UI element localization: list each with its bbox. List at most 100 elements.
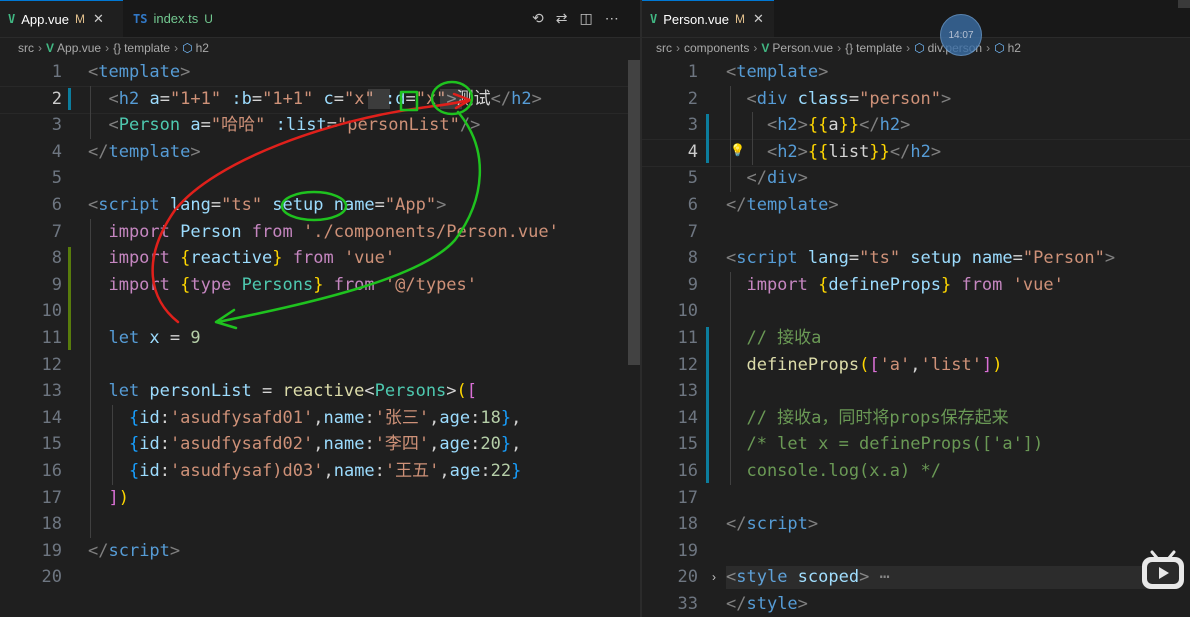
breadcrumb-item[interactable]: template bbox=[124, 41, 170, 55]
tab-index-ts[interactable]: TS index.ts U bbox=[125, 0, 235, 37]
close-icon[interactable]: ✕ bbox=[753, 11, 764, 27]
indent-guide bbox=[752, 112, 753, 166]
code-token: </ bbox=[490, 88, 512, 109]
code-line[interactable]: 9 import {defineProps} from 'vue' bbox=[642, 272, 1190, 299]
code-line[interactable]: 18 </script> bbox=[642, 511, 1190, 538]
code-token: </ bbox=[726, 514, 747, 535]
code-editor[interactable]: 1 <template> 2 <h2 a="1+1" :b="1+1" c="x" … bbox=[0, 59, 640, 617]
chevron-right-icon[interactable]: › bbox=[712, 570, 716, 584]
code-line[interactable]: 1 <template> bbox=[642, 59, 1190, 86]
tab-app-vue[interactable]: V App.vue M ✕ bbox=[0, 0, 123, 37]
code-line[interactable]: 6 </template> bbox=[642, 192, 1190, 219]
code-line[interactable]: 14 // 接收a，同时将props保存起来 bbox=[642, 405, 1190, 432]
code-line[interactable]: 17 bbox=[642, 485, 1190, 512]
code-line[interactable]: 15 /* let x = defineProps(['a']) bbox=[642, 431, 1190, 458]
breadcrumb-item[interactable]: Person.vue bbox=[772, 41, 833, 55]
code-token: name bbox=[323, 195, 375, 215]
code-line[interactable]: 16 {id:'asudfysaf)d03',name:'王五',age:22} bbox=[0, 458, 640, 485]
code-line[interactable]: 11 // 接收a bbox=[642, 325, 1190, 352]
code-line[interactable]: 5 bbox=[0, 165, 640, 192]
code-line[interactable]: 16 console.log(x.a) */ bbox=[642, 458, 1190, 485]
code-line[interactable]: 19 bbox=[642, 538, 1190, 565]
compare-changes-icon[interactable]: ⇄ bbox=[556, 10, 568, 27]
code-token: , bbox=[313, 407, 324, 428]
code-line[interactable]: 9 import {type Persons} from '@/types' bbox=[0, 272, 640, 299]
code-token: from bbox=[951, 274, 1003, 295]
breadcrumb-item[interactable]: h2 bbox=[1008, 41, 1021, 55]
code-token: 'asudfysafd01' bbox=[169, 407, 314, 428]
vertical-scrollbar[interactable] bbox=[1178, 0, 1190, 8]
split-editor-icon[interactable]: ◫ bbox=[579, 10, 592, 27]
vertical-scrollbar[interactable] bbox=[628, 60, 640, 365]
code-line[interactable]: 15 {id:'asudfysafd02',name:'李四',age:20}, bbox=[0, 431, 640, 458]
code-token: { bbox=[807, 274, 829, 295]
bilibili-play-icon[interactable] bbox=[1140, 548, 1186, 592]
timeline-icon[interactable]: ⟲ bbox=[532, 10, 544, 27]
breadcrumb-item[interactable]: src bbox=[656, 41, 672, 55]
code-line[interactable]: 13 let personList = reactive<Persons>([ bbox=[0, 378, 640, 405]
code-token: age bbox=[449, 461, 481, 481]
lightbulb-icon[interactable]: 💡 bbox=[730, 143, 745, 157]
code-line[interactable]: 19 </script> bbox=[0, 538, 640, 565]
code-token: > bbox=[446, 381, 457, 402]
code-line[interactable]: 7 bbox=[642, 219, 1190, 246]
code-line[interactable]: 3 <h2>{{a}}</h2> bbox=[642, 112, 1190, 139]
code-token: : bbox=[159, 434, 170, 455]
breadcrumb-item[interactable]: template bbox=[856, 41, 902, 55]
indent-guide bbox=[90, 218, 91, 538]
code-line[interactable]: 2 <h2 a="1+1" :b="1+1" c="x" :d="x">测试</… bbox=[0, 86, 640, 113]
code-token: , bbox=[323, 461, 334, 481]
code-editor[interactable]: 1 <template> 2 <div class="person"> 3 <h2>{… bbox=[642, 59, 1190, 617]
code-line[interactable]: 4 <h2>{{list}}</h2> bbox=[642, 139, 1190, 166]
code-line[interactable]: 2 <div class="person"> bbox=[642, 86, 1190, 113]
code-line[interactable]: 3 <Person a="哈哈" :list="personList"/> bbox=[0, 112, 640, 139]
code-token: 'vue' bbox=[333, 248, 396, 269]
code-line[interactable]: 17 ]) bbox=[0, 485, 640, 512]
code-line[interactable]: 10 bbox=[0, 298, 640, 325]
code-text: import {reactive} from 'vue' bbox=[88, 245, 395, 272]
code-line[interactable]: 18 bbox=[0, 511, 640, 538]
close-icon[interactable]: ✕ bbox=[93, 11, 104, 27]
added-line-marker bbox=[68, 247, 71, 350]
code-line[interactable]: 12 bbox=[0, 352, 640, 379]
code-line[interactable]: 6 <script lang="ts" setup name="App"> bbox=[0, 192, 640, 219]
code-token: div bbox=[766, 168, 798, 189]
code-line[interactable]: 33 </style> bbox=[642, 591, 1190, 617]
breadcrumb-item[interactable]: components bbox=[684, 41, 749, 55]
code-line[interactable]: 12 defineProps(['a','list']) bbox=[642, 352, 1190, 379]
code-line[interactable]: 1 <template> bbox=[0, 59, 640, 86]
code-text: </script> bbox=[726, 511, 818, 538]
line-number: 2 bbox=[687, 88, 698, 109]
code-line[interactable]: 8 <script lang="ts" setup name="Person"> bbox=[642, 245, 1190, 272]
braces-icon: {} bbox=[113, 41, 122, 55]
code-line[interactable]: 8 import {reactive} from 'vue' bbox=[0, 245, 640, 272]
code-line[interactable]: 10 bbox=[642, 298, 1190, 325]
line-number: 1 bbox=[687, 62, 698, 82]
line-number: 8 bbox=[687, 248, 698, 269]
breadcrumb-item[interactable]: h2 bbox=[196, 41, 209, 55]
code-token: , bbox=[511, 434, 522, 455]
code-token: }} bbox=[838, 115, 860, 136]
code-line[interactable]: 20 bbox=[0, 564, 640, 591]
code-line[interactable]: 11 let x = 9 bbox=[0, 325, 640, 352]
chevron-right-icon: › bbox=[38, 41, 42, 55]
code-token: name bbox=[323, 407, 365, 428]
code-token: div bbox=[756, 88, 788, 109]
code-token: /> bbox=[459, 115, 481, 136]
code-line[interactable]: 4 </template> bbox=[0, 139, 640, 166]
breadcrumb-item[interactable]: App.vue bbox=[57, 41, 101, 55]
code-token: : bbox=[364, 407, 375, 428]
code-line[interactable]: 13 bbox=[642, 378, 1190, 405]
code-line[interactable]: 7 import Person from './components/Perso… bbox=[0, 219, 640, 246]
code-line[interactable]: 14 {id:'asudfysafd01',name:'张三',age:18}, bbox=[0, 405, 640, 432]
code-token: '王五' bbox=[384, 461, 440, 481]
code-token: script bbox=[108, 540, 170, 561]
tab-person-vue[interactable]: V Person.vue M ✕ bbox=[642, 0, 774, 37]
breadcrumb-item[interactable]: src bbox=[18, 41, 34, 55]
code-token: "Person" bbox=[1022, 248, 1105, 269]
more-actions-icon[interactable]: ⋯ bbox=[605, 10, 619, 27]
line-number: 33 bbox=[677, 594, 698, 614]
line-number: 14 bbox=[41, 407, 62, 428]
code-line[interactable]: 5 </div> bbox=[642, 165, 1190, 192]
